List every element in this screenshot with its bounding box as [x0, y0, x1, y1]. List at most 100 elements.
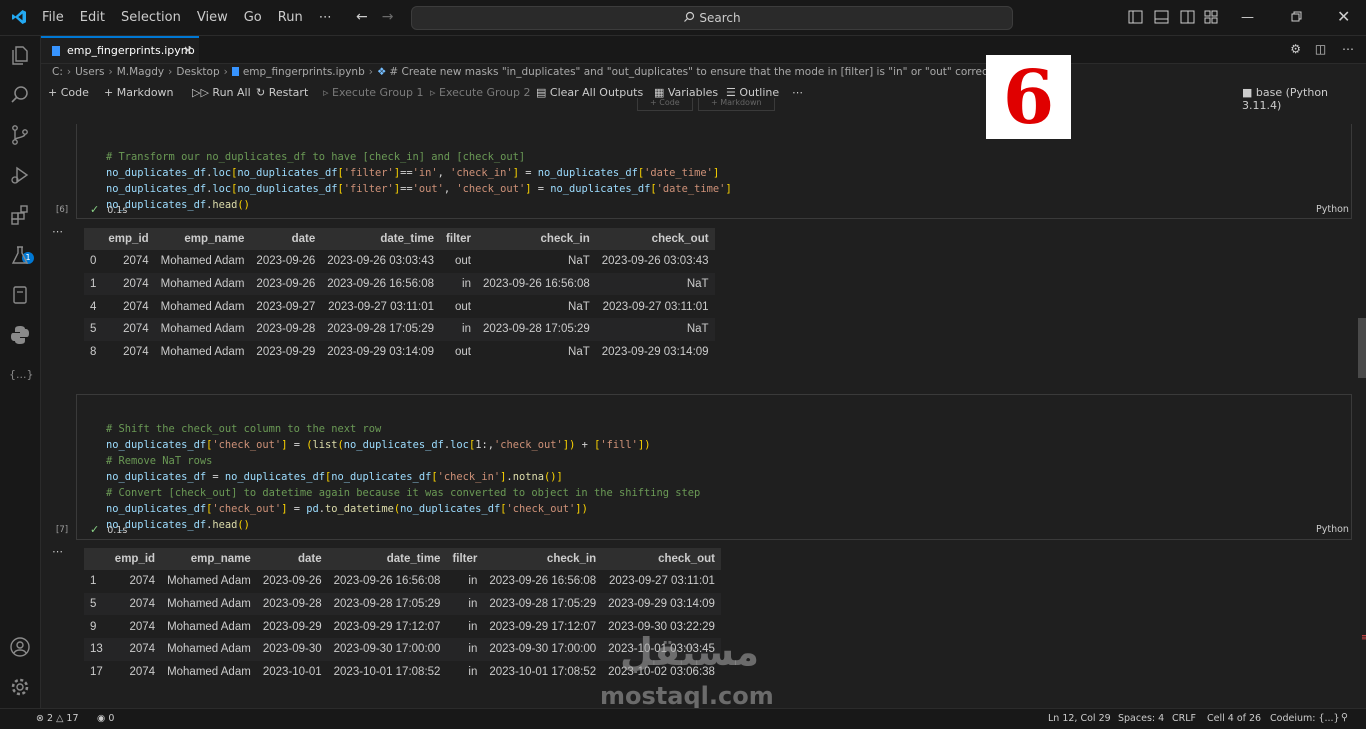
extensions-icon[interactable] — [9, 204, 31, 226]
clear-all-outputs-button[interactable]: ▤ Clear All Outputs — [536, 86, 643, 99]
insert-markdown-mini-button[interactable]: + Markdown — [698, 98, 775, 111]
breadcrumb-desktop[interactable]: Desktop — [176, 66, 219, 78]
column-header: check_in — [483, 548, 603, 570]
breadcrumb-drive[interactable]: C: — [52, 66, 63, 78]
settings-gear-icon[interactable]: ⚙ — [1290, 42, 1301, 56]
forward-arrow-icon[interactable]: → — [382, 9, 394, 25]
execution-count: [7] — [56, 525, 69, 535]
code-line: no_duplicates_df['check_out'] = pd.to_da… — [106, 503, 588, 515]
cell-indicator[interactable]: Cell 4 of 26 — [1207, 713, 1261, 724]
cell-6-source[interactable]: # Transform our no_duplicates_df to have… — [106, 133, 732, 213]
search-icon[interactable] — [9, 84, 31, 106]
problems-indicator[interactable]: ⊗ 2 △ 17 — [36, 713, 79, 724]
menu-file[interactable]: File — [42, 10, 64, 25]
editor-actions: ⚙ ◫ ⋯ — [1290, 42, 1354, 56]
execute-group-1-button[interactable]: ▹ Execute Group 1 — [323, 86, 424, 99]
kernel-picker[interactable]: ■ base (Python 3.11.4) — [1242, 86, 1366, 112]
table-cell: in — [468, 666, 478, 679]
table-cell: 2023-09-29 17:12:07 — [333, 620, 441, 633]
cell-language-button[interactable]: Python — [1316, 204, 1349, 215]
menu-selection[interactable]: Selection — [121, 10, 181, 25]
menu-run[interactable]: Run — [278, 10, 303, 25]
table-cell: 2023-09-27 03:11:01 — [609, 575, 715, 588]
source-control-icon[interactable] — [9, 124, 31, 146]
gear-icon[interactable] — [9, 676, 31, 698]
explorer-icon[interactable] — [9, 44, 31, 66]
table-cell: 2074 — [123, 300, 149, 313]
menu-more[interactable]: ⋯ — [319, 10, 332, 25]
vertical-scrollbar[interactable] — [1358, 318, 1366, 378]
json-brackets-icon[interactable]: {...} — [9, 364, 34, 386]
add-markdown-label: Markdown — [116, 86, 174, 99]
command-search-box[interactable]: Search — [411, 6, 1013, 30]
table-cell: 2023-09-28 — [256, 592, 328, 616]
indentation[interactable]: Spaces: 4 — [1118, 713, 1164, 724]
table-row: 1 2074 Mohamed Adam 2023-09-26 2023-09-26 16… — [84, 570, 721, 593]
table-cell: 2023-09-27 03:11:01 — [602, 300, 709, 313]
table-cell: 2023-09-26 03:03:43 — [327, 255, 435, 268]
split-editor-icon[interactable]: ◫ — [1315, 42, 1326, 56]
table-cell: 2023-10-01 — [262, 666, 322, 679]
overview-ruler-marker: ≡ — [1361, 633, 1366, 643]
column-header: date_time — [321, 228, 441, 250]
jupyter-icon[interactable] — [9, 284, 31, 306]
breadcrumb-users[interactable]: Users — [75, 66, 104, 78]
account-icon[interactable] — [9, 636, 31, 658]
run-all-button[interactable]: ▷▷ Run All — [192, 86, 251, 99]
codeium-status[interactable]: Codeium: {...} — [1270, 713, 1340, 724]
cell-7-source[interactable]: # Shift the check_out column to the next… — [106, 405, 700, 533]
column-header: emp_name — [154, 228, 251, 250]
table-cell: 2023-09-27 — [256, 300, 316, 313]
ports-icon: ◉ — [97, 713, 106, 724]
row-index: 4 — [90, 300, 97, 313]
layout-toggles[interactable] — [1128, 10, 1218, 24]
restore-icon[interactable] — [1291, 11, 1302, 22]
tab-emp-fingerprints[interactable]: emp_fingerprints.ipynb × — [41, 36, 199, 63]
execute-group-2-button[interactable]: ▹ Execute Group 2 — [430, 86, 531, 99]
breadcrumb-cell[interactable]: # Create new masks "in_duplicates" and "… — [389, 66, 1001, 78]
table-cell: Mohamed Adam — [161, 638, 257, 661]
customize-layout-icon[interactable] — [1204, 10, 1218, 24]
line-ending[interactable]: CRLF — [1172, 713, 1196, 724]
restart-button[interactable]: ↻ Restart — [256, 86, 308, 99]
menu-edit[interactable]: Edit — [80, 10, 105, 25]
code-line: no_duplicates_df.loc[no_duplicates_df['f… — [106, 167, 720, 179]
close-icon[interactable]: × — [183, 43, 193, 57]
toggle-panel-icon[interactable] — [1154, 10, 1169, 24]
table-cell: 2023-09-29 03:14:09 — [602, 592, 721, 616]
add-code-cell-button[interactable]: + Code — [48, 86, 89, 99]
toggle-sidebar-icon[interactable] — [1128, 10, 1143, 24]
code-line: no_duplicates_df.head() — [106, 199, 250, 211]
cursor-position[interactable]: Ln 12, Col 29 — [1048, 713, 1111, 724]
output-actions-button[interactable]: ⋯ — [52, 545, 63, 558]
menu-go[interactable]: Go — [244, 10, 262, 25]
back-arrow-icon[interactable]: ← — [356, 9, 368, 25]
notifications-bell-icon[interactable]: ⚲ — [1341, 712, 1348, 723]
table-cell: 2023-09-27 03:11:01 — [328, 300, 435, 313]
nav-arrows: ← → — [356, 9, 407, 25]
breadcrumb-file[interactable]: emp_fingerprints.ipynb — [243, 66, 365, 78]
warning-count: 17 — [66, 713, 79, 724]
execution-time: 0.1s — [107, 205, 128, 216]
menu-view[interactable]: View — [197, 10, 228, 25]
table-cell: NaT — [595, 318, 715, 341]
run-debug-icon[interactable] — [9, 164, 31, 186]
table-cell: 2074 — [108, 592, 162, 616]
execution-count: [6] — [56, 205, 69, 215]
minimize-icon[interactable]: — — [1241, 10, 1254, 25]
python-icon[interactable] — [9, 324, 31, 346]
insert-code-mini-button[interactable]: + Code — [637, 98, 693, 111]
table-cell: 2074 — [123, 255, 149, 268]
breadcrumb-user[interactable]: M.Magdy — [117, 66, 164, 78]
cell-language-button[interactable]: Python — [1316, 524, 1349, 535]
toggle-secondary-sidebar-icon[interactable] — [1180, 10, 1195, 24]
close-window-icon[interactable]: ✕ — [1337, 7, 1350, 26]
add-markdown-cell-button[interactable]: + Markdown — [104, 86, 174, 99]
mini-markdown-label: Markdown — [720, 98, 762, 107]
output-actions-button[interactable]: ⋯ — [52, 225, 63, 238]
testing-flask-icon[interactable] — [9, 244, 31, 266]
execute-group-1-label: Execute Group 1 — [332, 86, 424, 99]
toolbar-more-button[interactable]: ⋯ — [792, 86, 803, 99]
more-actions-icon[interactable]: ⋯ — [1342, 42, 1354, 56]
ports-indicator[interactable]: ◉ 0 — [97, 713, 114, 724]
